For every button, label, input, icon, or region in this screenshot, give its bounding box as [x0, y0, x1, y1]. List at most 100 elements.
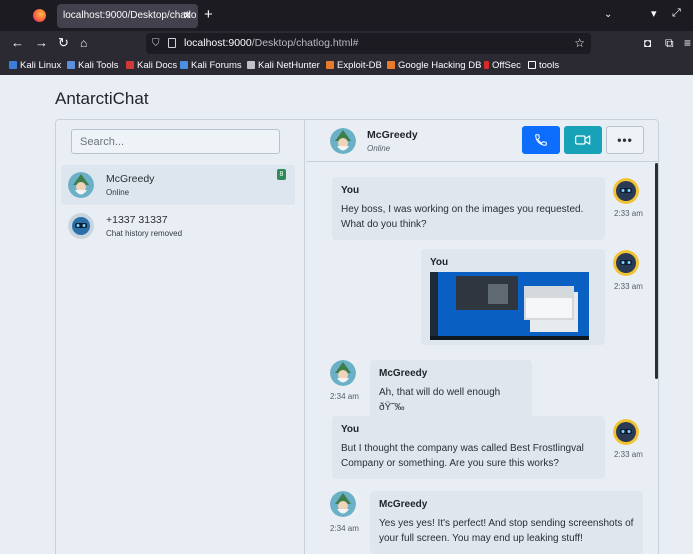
avatar-gnome — [330, 491, 356, 517]
maximize-icon[interactable]: ⤢ — [672, 7, 681, 20]
extensions-icon[interactable]: ⧉ — [665, 36, 674, 51]
contact-status: Chat history removed — [106, 229, 183, 238]
message-text: But I thought the company was called Bes… — [341, 443, 584, 469]
avatar-gnome — [68, 172, 94, 198]
message-sender: You — [341, 424, 360, 435]
message-outgoing-image: You — [421, 249, 605, 345]
nethunter-icon — [247, 61, 255, 69]
message-text: Yes yes yes! It's perfect! And stop send… — [379, 518, 634, 544]
bookmark-kali-docs[interactable]: Kali Docs — [126, 59, 177, 72]
message-list[interactable]: You Hey boss, I was working on the image… — [306, 163, 658, 554]
url-bar[interactable]: ⛉ localhost:9000/Desktop/chatlog.html# ☆ — [146, 33, 591, 54]
message-sender: You — [430, 257, 449, 268]
video-call-button[interactable] — [564, 126, 602, 154]
bookmark-label: Kali Tools — [78, 60, 119, 71]
message-text: Ah, that will do well enough ðŸ˜‰ — [379, 387, 501, 413]
message-sender: You — [341, 185, 360, 196]
bookmark-offsec[interactable]: OffSec — [484, 59, 521, 72]
tab-list-chevron-icon[interactable]: ⌄ — [604, 9, 612, 20]
search-input[interactable] — [71, 129, 280, 154]
message-text: Hey boss, I was working on the images yo… — [341, 204, 584, 230]
bookmark-google-hacking-db[interactable]: Google Hacking DB — [387, 59, 481, 72]
avatar-robot — [613, 178, 639, 204]
bookmark-label: Kali Docs — [137, 60, 178, 71]
message-sender: McGreedy — [379, 499, 428, 510]
message-scrollbar[interactable] — [655, 163, 658, 379]
avatar-robot — [613, 419, 639, 445]
pocket-icon[interactable]: ◘ — [644, 36, 651, 50]
chat-contact-status: Online — [367, 144, 391, 153]
bookmark-folder-tools[interactable]: tools — [528, 59, 559, 72]
tab-close-icon[interactable]: ✕ — [183, 4, 192, 28]
bookmark-kali-linux[interactable]: Kali Linux — [9, 59, 61, 72]
message-time: 2:33 am — [614, 450, 643, 459]
more-options-icon: ••• — [617, 133, 633, 147]
message-time: 2:34 am — [330, 392, 359, 401]
browser-tab-bar: localhost:9000/Desktop/chatlo ✕ + ⌄ ▾ ⤢ — [0, 0, 693, 31]
unread-badge: 8 — [277, 169, 286, 180]
screenshot-attachment[interactable] — [430, 272, 589, 340]
minimize-icon[interactable]: ▾ — [651, 7, 657, 20]
bookmark-kali-nethunter[interactable]: Kali NetHunter — [247, 59, 320, 72]
chat-card: McGreedy Online 8 +1337 31337 Chat histo… — [55, 119, 659, 554]
folder-icon — [528, 61, 536, 69]
video-camera-icon — [575, 134, 591, 146]
message-incoming: McGreedy Ah, that will do well enough ðŸ… — [370, 360, 532, 423]
browser-nav-bar: ← → ↻ ⌂ ⛉ localhost:9000/Desktop/chatlog… — [0, 31, 693, 56]
bookmark-label: Kali NetHunter — [258, 60, 320, 71]
kali-docs-icon — [126, 61, 134, 69]
bookmark-kali-forums[interactable]: Kali Forums — [180, 59, 242, 72]
bookmark-label: Kali Forums — [191, 60, 242, 71]
kali-dragon-icon — [9, 61, 17, 69]
avatar-gnome — [330, 360, 356, 386]
kali-forums-icon — [180, 61, 188, 69]
bookmark-label: Exploit-DB — [337, 60, 382, 71]
contact-mcgreedy[interactable]: McGreedy Online 8 — [61, 165, 295, 205]
url-host: localhost:9000 — [184, 37, 252, 49]
bookmark-star-icon[interactable]: ☆ — [574, 33, 585, 54]
contacts-panel: McGreedy Online 8 +1337 31337 Chat histo… — [56, 120, 305, 554]
bookmark-exploit-db[interactable]: Exploit-DB — [326, 59, 382, 72]
offsec-icon — [484, 61, 489, 69]
contact-unknown-number[interactable]: +1337 31337 Chat history removed — [61, 206, 295, 246]
contact-name: McGreedy — [106, 173, 155, 185]
forward-arrow-icon[interactable]: → — [35, 35, 48, 51]
conversation-panel: McGreedy Online ••• You Hey boss, I was … — [306, 120, 658, 554]
firefox-icon — [33, 9, 46, 22]
browser-tab[interactable]: localhost:9000/Desktop/chatlo ✕ — [57, 4, 198, 28]
back-arrow-icon[interactable]: ← — [11, 35, 24, 51]
phone-icon — [535, 134, 547, 146]
message-time: 2:34 am — [330, 524, 359, 533]
bookmark-label: OffSec — [492, 60, 521, 71]
avatar-gnome — [330, 128, 356, 154]
home-icon[interactable]: ⌂ — [80, 35, 87, 51]
app-title: AntarctiChat — [55, 89, 149, 108]
ghdb-icon — [387, 61, 395, 69]
page-info-icon[interactable] — [168, 38, 176, 48]
avatar-robot — [613, 250, 639, 276]
bookmark-label: tools — [539, 60, 560, 71]
kali-tools-icon — [67, 61, 75, 69]
tab-title: localhost:9000/Desktop/chatlo — [63, 10, 197, 21]
message-outgoing: You But I thought the company was called… — [332, 416, 605, 479]
bookmark-label: Google Hacking DB — [398, 60, 482, 71]
message-incoming: McGreedy Yes yes yes! It's perfect! And … — [370, 491, 643, 554]
bookmarks-bar: Kali Linux Kali Tools Kali Docs Kali For… — [0, 56, 693, 75]
message-time: 2:33 am — [614, 209, 643, 218]
reload-icon[interactable]: ↻ — [58, 35, 69, 51]
more-options-button[interactable]: ••• — [606, 126, 644, 154]
chat-contact-name: McGreedy — [367, 129, 418, 141]
message-time: 2:33 am — [614, 282, 643, 291]
bookmark-kali-tools[interactable]: Kali Tools — [67, 59, 119, 72]
exploit-db-icon — [326, 61, 334, 69]
tracking-shield-icon[interactable]: ⛉ — [152, 33, 160, 54]
message-outgoing: You Hey boss, I was working on the image… — [332, 177, 605, 240]
call-button[interactable] — [522, 126, 560, 154]
avatar-robot — [68, 213, 94, 239]
bookmark-label: Kali Linux — [20, 60, 62, 71]
message-sender: McGreedy — [379, 368, 428, 379]
new-tab-icon[interactable]: + — [204, 6, 213, 23]
contact-status: Online — [106, 188, 130, 197]
url-path: /Desktop/chatlog.html# — [251, 37, 359, 49]
menu-icon[interactable]: ≡ — [684, 36, 691, 50]
